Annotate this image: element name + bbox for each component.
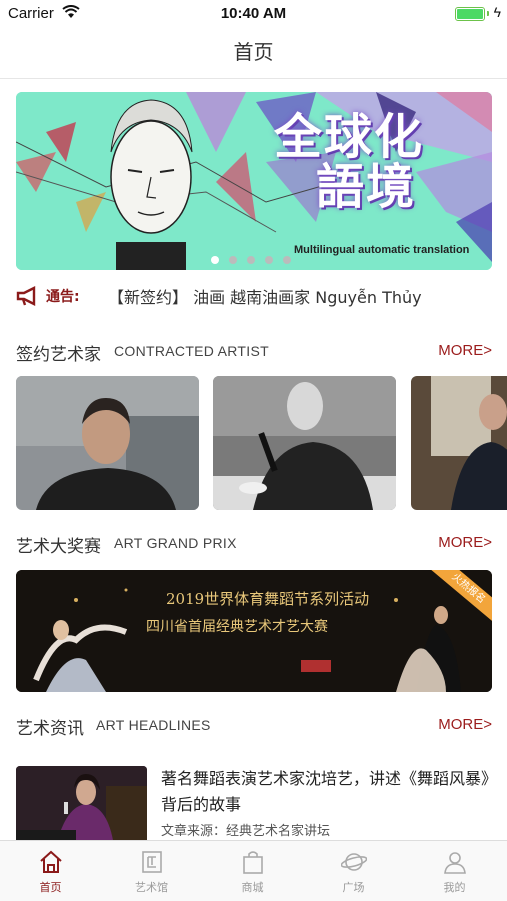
carousel-dot[interactable] [247, 256, 255, 264]
artist-card[interactable] [213, 376, 396, 510]
tab-mine[interactable]: 我的 [404, 841, 505, 901]
user-icon [444, 852, 466, 874]
artist-photo [213, 376, 396, 510]
tab-home[interactable]: 首页 [0, 841, 101, 901]
prix-banner-line1: 2019世界体育舞蹈节系列活动 [166, 590, 370, 608]
section-title-cn: 艺术大奖赛 [16, 537, 101, 557]
artist-card[interactable] [16, 376, 199, 510]
banner-subtitle: Multilingual automatic translation [294, 244, 470, 256]
notice-label: 通告: [46, 289, 80, 305]
carousel-dot[interactable] [265, 256, 273, 264]
carousel-dot[interactable] [211, 256, 219, 264]
megaphone-icon [16, 286, 36, 306]
notice-text[interactable]: 【新签约】 油画 越南油画家 Nguyễn Thủy [108, 284, 422, 308]
banner-title-line2: 語境 [316, 159, 417, 216]
carousel-dot[interactable] [229, 256, 237, 264]
banner-carousel[interactable]: 全球化 語境 Multilingual automatic translatio… [16, 92, 492, 270]
section-header-artists: 签约艺术家 CONTRACTED ARTIST MORE> [16, 340, 492, 365]
tab-label: 我的 [443, 881, 466, 894]
status-bar: Carrier 10:40 AM ϟ [0, 0, 507, 28]
tab-label: 艺术馆 [135, 881, 168, 894]
clock: 10:40 AM [220, 5, 287, 22]
more-headlines-link[interactable]: MORE> [438, 716, 492, 733]
news-headline[interactable]: 著名舞蹈表演艺术家沈培艺，讲述《舞蹈风暴》背后的故事 [161, 766, 492, 818]
tab-bar: 首页 艺术馆 商城 广场 我的 [0, 840, 507, 901]
nav-bar: 首页 [0, 28, 507, 79]
section-title-cn: 签约艺术家 [16, 345, 101, 365]
page-title: 首页 [233, 40, 274, 64]
tab-label: 广场 [342, 881, 365, 894]
tab-mall[interactable]: 商城 [202, 841, 303, 901]
artist-photo [411, 376, 507, 510]
tab-label: 商城 [241, 881, 264, 894]
prix-banner-line2: 四川省首届经典艺术才艺大赛 [146, 619, 328, 635]
carousel-dots[interactable] [211, 249, 301, 268]
more-prix-link[interactable]: MORE> [438, 534, 492, 551]
banner-title-line1: 全球化 [274, 109, 425, 165]
tab-label: 首页 [39, 881, 62, 894]
more-artists-link[interactable]: MORE> [438, 342, 492, 359]
section-header-prix: 艺术大奖赛 ART GRAND PRIX MORE> [16, 532, 492, 557]
artist-photo [16, 376, 199, 510]
carousel-dot[interactable] [283, 256, 291, 264]
gallery-icon [142, 851, 162, 873]
artist-carousel[interactable] [16, 376, 507, 510]
tab-gallery[interactable]: 艺术馆 [101, 841, 202, 901]
section-title-en: CONTRACTED ARTIST [114, 343, 269, 359]
charging-icon: ϟ [493, 4, 501, 20]
prix-banner[interactable]: 2019世界体育舞蹈节系列活动 四川省首届经典艺术才艺大赛 火热报名 [16, 570, 492, 692]
notice-ticker[interactable]: 通告: 【新签约】 油画 越南油画家 Nguyễn Thủy [16, 284, 492, 308]
section-title-en: ART GRAND PRIX [114, 535, 237, 551]
planet-icon [341, 853, 367, 871]
tab-square[interactable]: 广场 [303, 841, 404, 901]
news-item[interactable]: 著名舞蹈表演艺术家沈培艺，讲述《舞蹈风暴》背后的故事 文章来源：经典艺术名家讲坛 [16, 766, 492, 846]
section-title-en: ART HEADLINES [96, 717, 211, 733]
battery-icon [455, 7, 485, 21]
artist-card[interactable] [411, 376, 507, 510]
news-thumbnail [16, 766, 147, 846]
section-title-cn: 艺术资讯 [16, 719, 84, 739]
home-icon [40, 850, 62, 873]
section-header-headlines: 艺术资讯 ART HEADLINES MORE> [16, 714, 492, 739]
news-source: 文章来源：经典艺术名家讲坛 [161, 824, 331, 839]
shopping-bag-icon [243, 851, 263, 874]
